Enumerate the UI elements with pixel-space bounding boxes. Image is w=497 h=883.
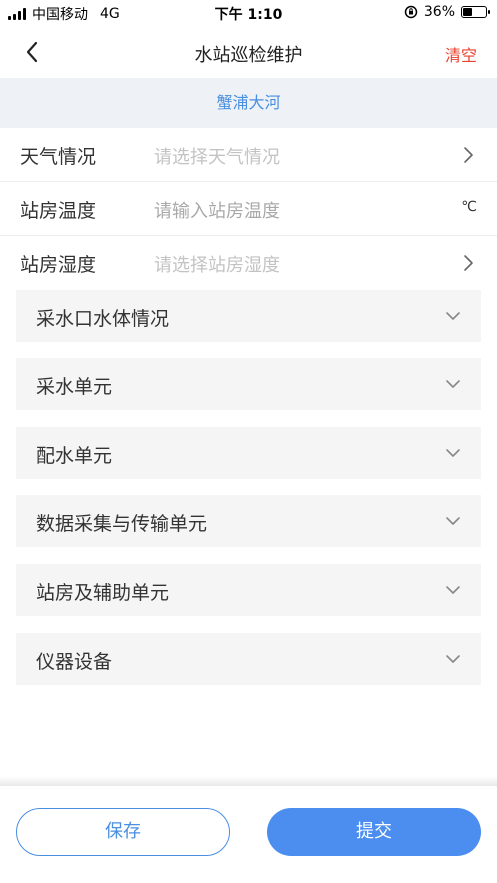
room-temp-row[interactable]: 站房温度 请输入站房温度 ℃: [0, 182, 497, 236]
room-temp-label: 站房温度: [20, 200, 97, 222]
section-water-sampling[interactable]: 采水单元: [16, 358, 481, 410]
chevron-down-icon: [446, 586, 460, 594]
rotation-lock-icon: [404, 5, 418, 19]
chevron-down-icon: [446, 380, 460, 388]
section-label: 配水单元: [36, 445, 113, 467]
battery-fill: [463, 8, 472, 16]
section-data-acquisition[interactable]: 数据采集与传输单元: [16, 495, 481, 547]
weather-label: 天气情况: [20, 146, 97, 168]
section-label: 采水单元: [36, 376, 113, 398]
section-label: 仪器设备: [36, 651, 113, 673]
chevron-down-icon: [446, 655, 460, 663]
room-humidity-row[interactable]: 站房湿度 请选择站房湿度: [0, 236, 497, 290]
chevron-right-icon: [464, 147, 473, 163]
submit-button[interactable]: 提交: [267, 808, 481, 856]
room-temp-input[interactable]: 请输入站房温度: [154, 197, 280, 223]
battery-percent: 36%: [423, 4, 455, 20]
section-label: 数据采集与传输单元: [36, 513, 208, 535]
chevron-right-icon: [464, 255, 473, 271]
section-station-auxiliary[interactable]: 站房及辅助单元: [16, 564, 481, 616]
page-title: 水站巡检维护: [194, 45, 303, 66]
chevron-down-icon: [446, 449, 460, 457]
status-right: 36%: [404, 4, 490, 20]
nav-bar: 水站巡检维护 清空: [0, 26, 497, 78]
status-bar: 中国移动 4G 下午 1:10 36%: [0, 0, 497, 26]
weather-row[interactable]: 天气情况 请选择天气情况: [0, 128, 497, 182]
celsius-unit: ℃: [461, 199, 477, 215]
room-humidity-label: 站房湿度: [20, 254, 97, 276]
section-intake-water[interactable]: 采水口水体情况: [16, 290, 481, 342]
save-button[interactable]: 保存: [16, 808, 230, 856]
section-label: 采水口水体情况: [36, 308, 170, 330]
station-name-banner: 蟹浦大河: [0, 78, 497, 128]
chevron-down-icon: [446, 312, 460, 320]
room-humidity-select[interactable]: 请选择站房湿度: [154, 251, 280, 277]
bottom-action-bar: 保存 提交: [0, 786, 497, 883]
clear-button[interactable]: 清空: [445, 42, 477, 66]
battery-cap: [488, 10, 490, 14]
bottom-bar-shadow: [0, 776, 497, 786]
weather-select[interactable]: 请选择天气情况: [154, 143, 280, 169]
battery-icon: [461, 6, 490, 18]
section-water-distribution[interactable]: 配水单元: [16, 427, 481, 479]
section-instruments[interactable]: 仪器设备: [16, 633, 481, 685]
chevron-down-icon: [446, 517, 460, 525]
section-label: 站房及辅助单元: [36, 582, 170, 604]
